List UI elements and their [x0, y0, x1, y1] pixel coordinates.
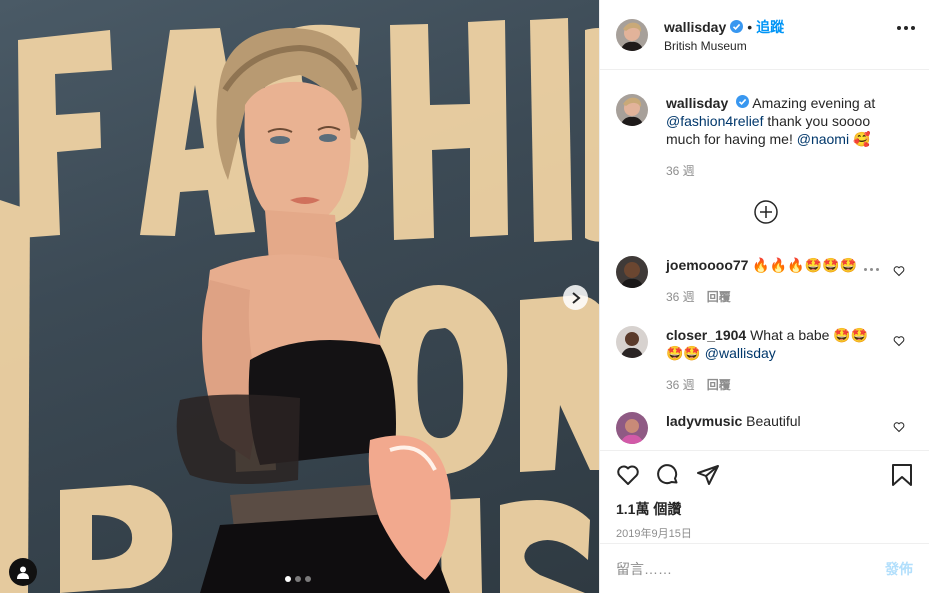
model-figure: [150, 20, 470, 593]
avatar[interactable]: [616, 18, 648, 51]
tagged-users-button[interactable]: [9, 558, 37, 586]
comment-time[interactable]: 36 週: [666, 376, 695, 394]
comment-item: closer_1904 What a babe 🤩🤩🤩🤩 @wallisday …: [616, 326, 913, 394]
carousel-indicator: [285, 576, 311, 582]
like-button[interactable]: [616, 463, 640, 487]
paper-plane-icon: [697, 465, 719, 485]
chevron-right-icon: [571, 291, 581, 304]
caption: wallisday Amazing evening at @fashion4re…: [600, 70, 929, 180]
comment-options-icon[interactable]: [864, 268, 879, 271]
bookmark-icon: [892, 464, 912, 486]
carousel-dot: [295, 576, 301, 582]
mention-link[interactable]: @naomi: [797, 131, 849, 147]
user-icon: [17, 566, 29, 579]
share-button[interactable]: [696, 463, 720, 487]
comment-text: 🔥🔥🔥🤩🤩🤩: [752, 257, 857, 273]
carousel-dot: [285, 576, 291, 582]
heart-icon: [893, 336, 905, 347]
reply-button[interactable]: 回覆: [707, 376, 731, 394]
post-actions: 1.1萬 個讚 2019年9月15日: [600, 450, 929, 541]
follow-button[interactable]: 追蹤: [756, 17, 784, 37]
comment-button[interactable]: [656, 463, 680, 487]
carousel-dot: [305, 576, 311, 582]
load-more-comments-button[interactable]: [754, 200, 778, 227]
next-photo-button[interactable]: [563, 285, 588, 310]
mention-link[interactable]: @wallisday: [705, 345, 776, 361]
post-side-panel: wallisday • 追蹤 British Museum wallisday …: [599, 0, 929, 593]
like-comment-button[interactable]: [893, 420, 905, 436]
comment-username[interactable]: joemoooo77: [666, 257, 748, 273]
comment-bubble-icon: [657, 464, 678, 485]
add-comment-bar: 發佈: [600, 543, 929, 593]
comment-input[interactable]: [616, 560, 885, 577]
comment-username[interactable]: closer_1904: [666, 327, 746, 343]
reply-button[interactable]: 回覆: [707, 288, 731, 306]
post-comment-button[interactable]: 發佈: [885, 559, 913, 579]
separator: •: [747, 18, 753, 35]
comment-username[interactable]: ladyvmusic: [666, 413, 742, 429]
caption-text: Amazing evening at: [749, 95, 876, 111]
plus-circle-icon: [754, 200, 778, 224]
heart-icon: [893, 266, 905, 277]
avatar[interactable]: [616, 326, 648, 358]
caption-time[interactable]: 36 週: [666, 162, 695, 180]
post-photo[interactable]: [0, 0, 599, 593]
comment-text: Beautiful: [746, 413, 801, 429]
avatar[interactable]: [616, 256, 648, 288]
like-comment-button[interactable]: [893, 264, 905, 280]
avatar[interactable]: [616, 412, 648, 444]
likes-count[interactable]: 1.1萬 個讚: [616, 499, 913, 519]
like-comment-button[interactable]: [893, 334, 905, 350]
more-options-icon[interactable]: [897, 26, 915, 30]
save-button[interactable]: [891, 463, 913, 487]
heart-icon: [893, 422, 905, 433]
emoji: 🥰: [852, 131, 871, 147]
username[interactable]: wallisday: [664, 19, 726, 35]
avatar[interactable]: [616, 94, 648, 126]
location-link[interactable]: British Museum: [664, 39, 784, 53]
post-date[interactable]: 2019年9月15日: [616, 525, 913, 541]
heart-icon: [617, 465, 639, 485]
caption-username[interactable]: wallisday: [666, 95, 728, 111]
comment-item: joemoooo77 🔥🔥🔥🤩🤩🤩 36 週回覆: [616, 256, 913, 306]
post-header: wallisday • 追蹤 British Museum: [600, 0, 929, 70]
verified-badge-icon: [736, 95, 750, 108]
comment-time[interactable]: 36 週: [666, 288, 695, 306]
comments-list[interactable]: wallisday Amazing evening at @fashion4re…: [600, 70, 929, 450]
comment-item: ladyvmusic Beautiful: [616, 412, 913, 444]
mention-link[interactable]: @fashion4relief: [666, 113, 764, 129]
verified-badge-icon: [730, 20, 744, 33]
